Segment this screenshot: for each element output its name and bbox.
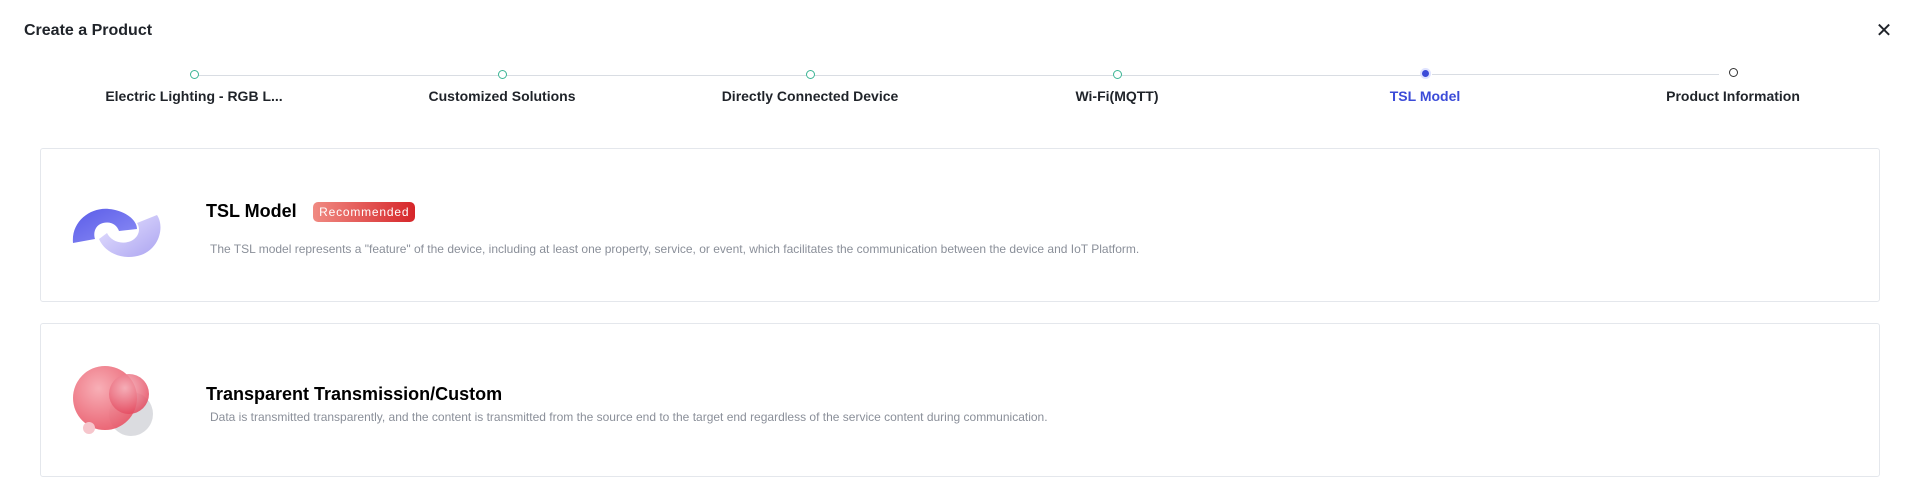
tsl-model-icon [71, 199, 167, 279]
step-directly-connected-device[interactable]: Directly Connected Device [660, 70, 960, 105]
step-dot [805, 70, 815, 79]
step-customized-solutions[interactable]: Customized Solutions [352, 70, 652, 105]
close-icon[interactable]: ✕ [1874, 20, 1894, 42]
dialog-title: Create a Product [24, 22, 153, 39]
step-product-information[interactable]: Product Information [1583, 68, 1883, 105]
option-description: The TSL model represents a "feature" of … [210, 242, 1140, 256]
option-card-transparent-transmission[interactable]: Transparent Transmission/Custom Data is … [40, 323, 1880, 477]
step-label: Product Information [1666, 88, 1800, 104]
step-dot-active [1419, 68, 1431, 79]
step-dot [189, 70, 199, 79]
dialog-header: Create a Product ✕ [24, 20, 1894, 44]
create-product-dialog: Create a Product ✕ Electric Lighting - R… [0, 0, 1918, 487]
step-wifi-mqtt[interactable]: Wi-Fi(MQTT) [967, 70, 1267, 105]
step-dot-pending [1728, 68, 1738, 77]
step-label: Electric Lighting - RGB L... [105, 88, 283, 104]
step-label: Directly Connected Device [721, 88, 899, 104]
step-dot [1112, 70, 1122, 79]
step-tsl-model[interactable]: TSL Model [1275, 68, 1575, 105]
option-description: Data is transmitted transparently, and t… [210, 410, 1048, 424]
option-card-tsl-model[interactable]: TSL Model Recommended The TSL model repr… [40, 148, 1880, 302]
step-label: Wi-Fi(MQTT) [1075, 88, 1159, 104]
progress-stepper: Electric Lighting - RGB L... Customized … [0, 64, 1918, 112]
transparent-transmission-icon [71, 362, 167, 442]
option-title-row: Transparent Transmission/Custom [206, 384, 502, 405]
step-label: TSL Model [1389, 88, 1461, 104]
step-electric-lighting[interactable]: Electric Lighting - RGB L... [44, 70, 344, 105]
step-dot [497, 70, 507, 79]
option-title: TSL Model [206, 201, 297, 221]
recommended-badge: Recommended [313, 201, 416, 222]
option-title-row: TSL Model Recommended [206, 201, 416, 222]
step-label: Customized Solutions [428, 88, 576, 104]
option-title: Transparent Transmission/Custom [206, 384, 503, 404]
